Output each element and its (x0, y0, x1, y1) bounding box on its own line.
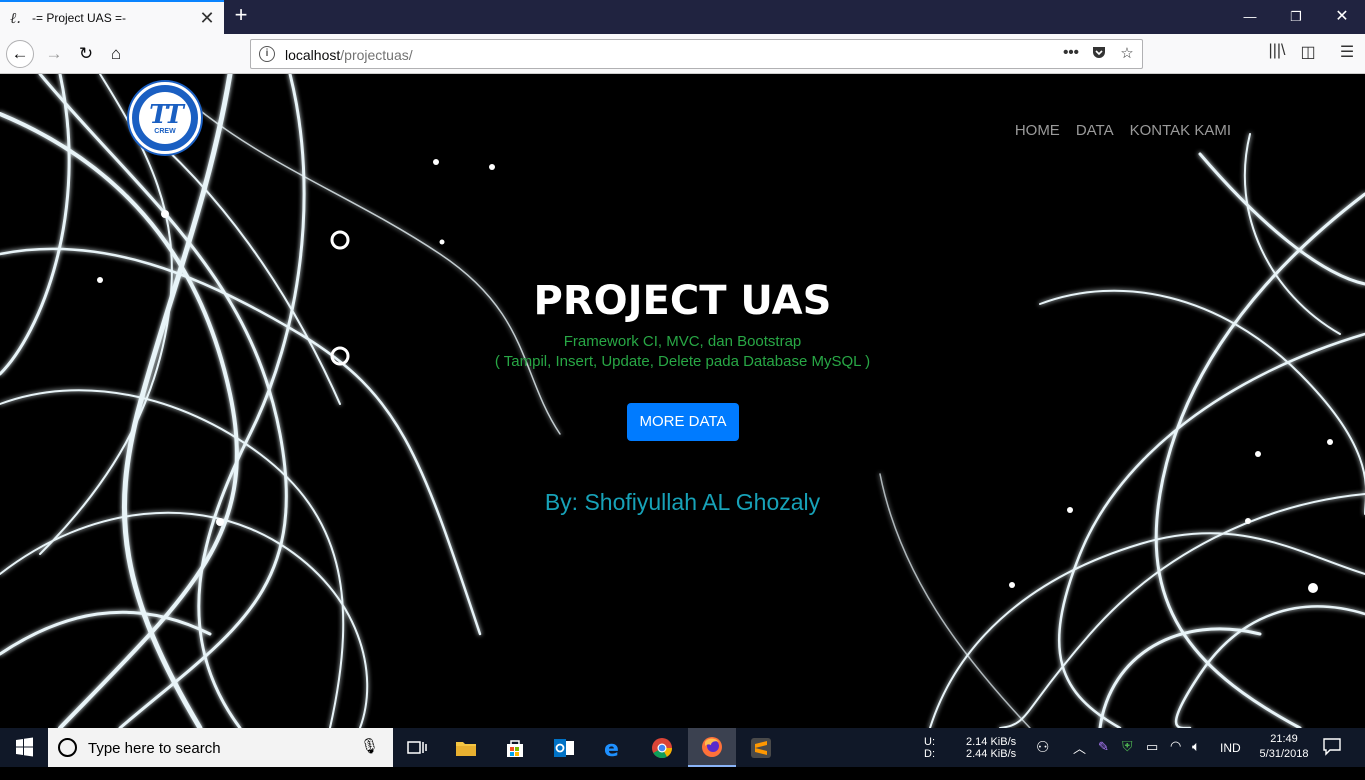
page-actions-icon[interactable]: ••• (1060, 44, 1082, 64)
action-center-icon[interactable] (1322, 736, 1342, 775)
address-bar[interactable]: i localhost/projectuas/ ••• ☆ (250, 39, 1143, 69)
microphone-icon[interactable]: 🎙 (360, 737, 379, 755)
browser-tab-strip: ℓ. -= Project UAS =- ✕ + — ❐ ✕ (0, 0, 1365, 34)
light-swirl-background (0, 74, 1365, 728)
clock-time: 21:49 (1270, 733, 1298, 745)
outlook-icon[interactable] (540, 728, 588, 767)
subtitle-line-1: Framework CI, MVC, dan Bootstrap (563, 333, 802, 350)
volume-icon[interactable]: 🔈︎ (1192, 738, 1200, 777)
start-button[interactable] (0, 728, 48, 767)
bookmark-star-icon[interactable]: ☆ (1116, 44, 1138, 64)
subtitle-line-2: ( Tampil, Insert, Update, Delete pada Da… (494, 353, 871, 370)
input-language[interactable]: IND (1220, 741, 1241, 780)
net-speed-meter: 2.14 KiB/s 2.44 KiB/s (966, 736, 1016, 775)
chrome-icon[interactable] (638, 728, 686, 767)
menu-icon[interactable]: ☰ (1335, 42, 1359, 66)
firefox-icon[interactable] (688, 728, 736, 767)
nav-link-home[interactable]: HOME (1015, 122, 1060, 139)
back-button[interactable]: ← (6, 40, 34, 68)
nav-link-data[interactable]: DATA (1076, 122, 1114, 139)
battery-icon[interactable]: ▭ (1146, 739, 1158, 778)
home-button[interactable]: ⌂ (102, 40, 130, 68)
url-text: localhost/projectuas/ (285, 47, 413, 63)
nav-link-kontak-kami[interactable]: KONTAK KAMI (1130, 122, 1231, 139)
svg-text:e: e (604, 737, 619, 759)
logo-subtext: CREW (154, 128, 176, 135)
more-data-button[interactable]: MORE DATA (627, 403, 739, 441)
browser-navigation-bar: ← → ↻ ⌂ i localhost/projectuas/ ••• ☆ ||… (0, 34, 1365, 74)
minimize-window-button[interactable]: — (1227, 0, 1273, 34)
windows-taskbar: Type here to search 🎙 e U: D: 2.14 KiB/s… (0, 728, 1365, 767)
reload-button[interactable]: ↻ (72, 40, 100, 68)
close-window-button[interactable]: ✕ (1319, 0, 1365, 34)
taskbar-search-box[interactable]: Type here to search 🎙 (48, 728, 393, 767)
sublime-text-icon[interactable] (737, 728, 785, 767)
pen-tray-icon[interactable]: ✎ (1098, 739, 1109, 778)
wifi-icon[interactable]: ◠ (1170, 738, 1181, 777)
forward-button[interactable]: → (40, 40, 68, 68)
tab-title: -= Project UAS =- (32, 11, 127, 25)
search-placeholder: Type here to search (88, 740, 221, 757)
close-tab-icon[interactable]: ✕ (196, 8, 218, 29)
sidebar-icon[interactable]: ◫ (1296, 42, 1320, 66)
upload-speed: 2.14 KiB/s (966, 736, 1017, 748)
system-clock[interactable]: 21:49 5/31/2018 (1252, 732, 1316, 771)
library-icon[interactable]: |||\ (1265, 42, 1289, 66)
author-credit: By: Shofiyullah AL Ghozaly (544, 489, 821, 515)
page-favicon-icon: ℓ. (10, 8, 22, 27)
show-hidden-icons-chevron-icon[interactable]: ︿ (1073, 738, 1086, 777)
net-speed-labels: U: D: (924, 736, 935, 760)
clock-date: 5/31/2018 (1259, 748, 1309, 760)
restore-window-button[interactable]: ❐ (1273, 0, 1319, 34)
people-icon[interactable]: ⚇ (1036, 738, 1049, 777)
site-info-icon[interactable]: i (259, 46, 275, 62)
browser-tab[interactable]: ℓ. -= Project UAS =- ✕ (0, 0, 224, 34)
cortana-icon (58, 738, 77, 757)
site-nav-menu: HOME DATA KONTAK KAMI (1015, 122, 1231, 139)
logo-text: TT (149, 100, 184, 130)
new-tab-button[interactable]: + (230, 4, 252, 28)
file-explorer-icon[interactable] (442, 728, 490, 767)
edge-icon[interactable]: e (589, 728, 637, 767)
pocket-icon[interactable] (1088, 44, 1110, 64)
windows-logo-icon (16, 737, 33, 757)
task-view-icon[interactable] (393, 728, 441, 767)
site-logo[interactable]: TT CREW (129, 82, 201, 154)
security-shield-icon[interactable]: ⛨ (1122, 738, 1133, 777)
web-page: TT CREW HOME DATA KONTAK KAMI PROJECT UA… (0, 74, 1365, 728)
download-speed: 2.44 KiB/s (966, 748, 1017, 760)
microsoft-store-icon[interactable] (491, 728, 539, 767)
page-title: PROJECT UAS (533, 278, 832, 324)
